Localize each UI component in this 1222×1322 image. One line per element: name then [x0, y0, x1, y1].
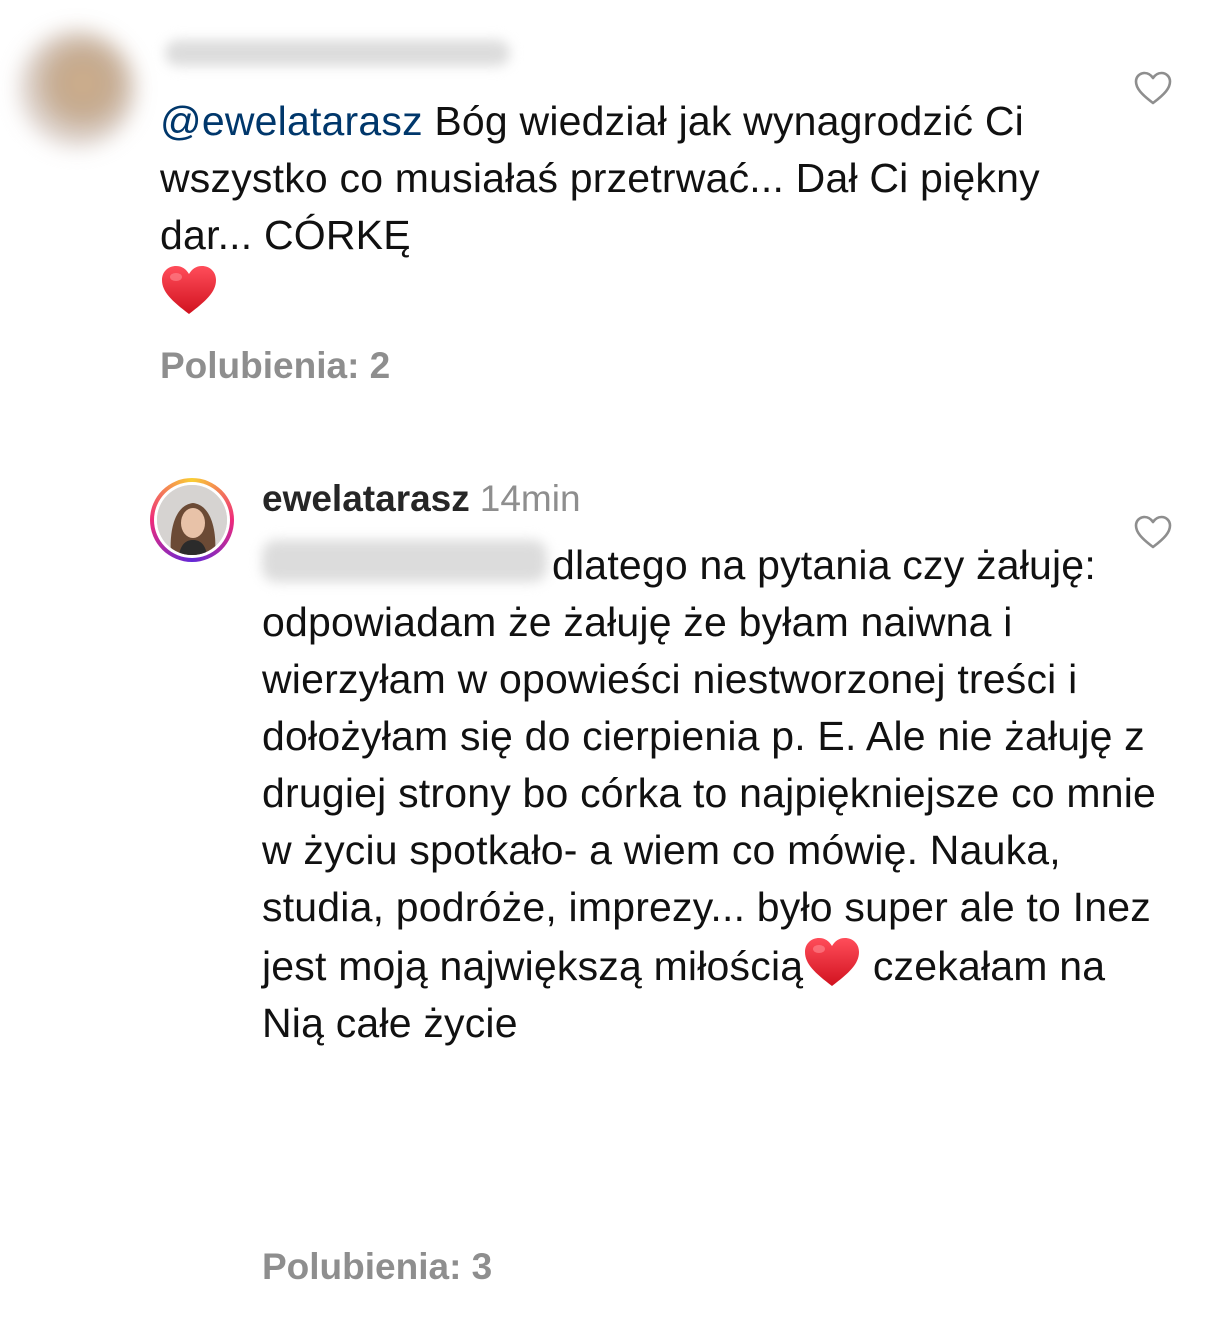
comment-text: @ewelatarasz Bóg wiedział jak wynagrodzi… — [160, 93, 1140, 323]
timestamp: 14min — [479, 478, 581, 519]
comment-header: ewelatarasz 14min — [262, 478, 581, 520]
blurred-username — [165, 40, 510, 66]
likes-count[interactable]: Polubienia: 3 — [262, 1246, 492, 1288]
likes-count[interactable]: Polubienia: 2 — [160, 345, 390, 387]
red-heart-emoji — [803, 936, 861, 988]
username-link[interactable]: ewelatarasz — [262, 478, 470, 519]
avatar-story-ring[interactable] — [150, 478, 234, 562]
avatar-blurred[interactable] — [18, 30, 136, 148]
comment-body: dlatego na pytania czy żałuję: odpowiada… — [262, 542, 1168, 989]
comment-text: dlatego na pytania czy żałuję: odpowiada… — [262, 537, 1162, 1052]
heart-outline-icon[interactable] — [1133, 70, 1173, 106]
avatar — [157, 485, 227, 555]
comment: @ewelatarasz Bóg wiedział jak wynagrodzi… — [0, 0, 1222, 420]
mention-link[interactable]: @ewelatarasz — [160, 98, 423, 144]
heart-outline-icon[interactable] — [1133, 514, 1173, 550]
red-heart-emoji — [160, 264, 218, 316]
